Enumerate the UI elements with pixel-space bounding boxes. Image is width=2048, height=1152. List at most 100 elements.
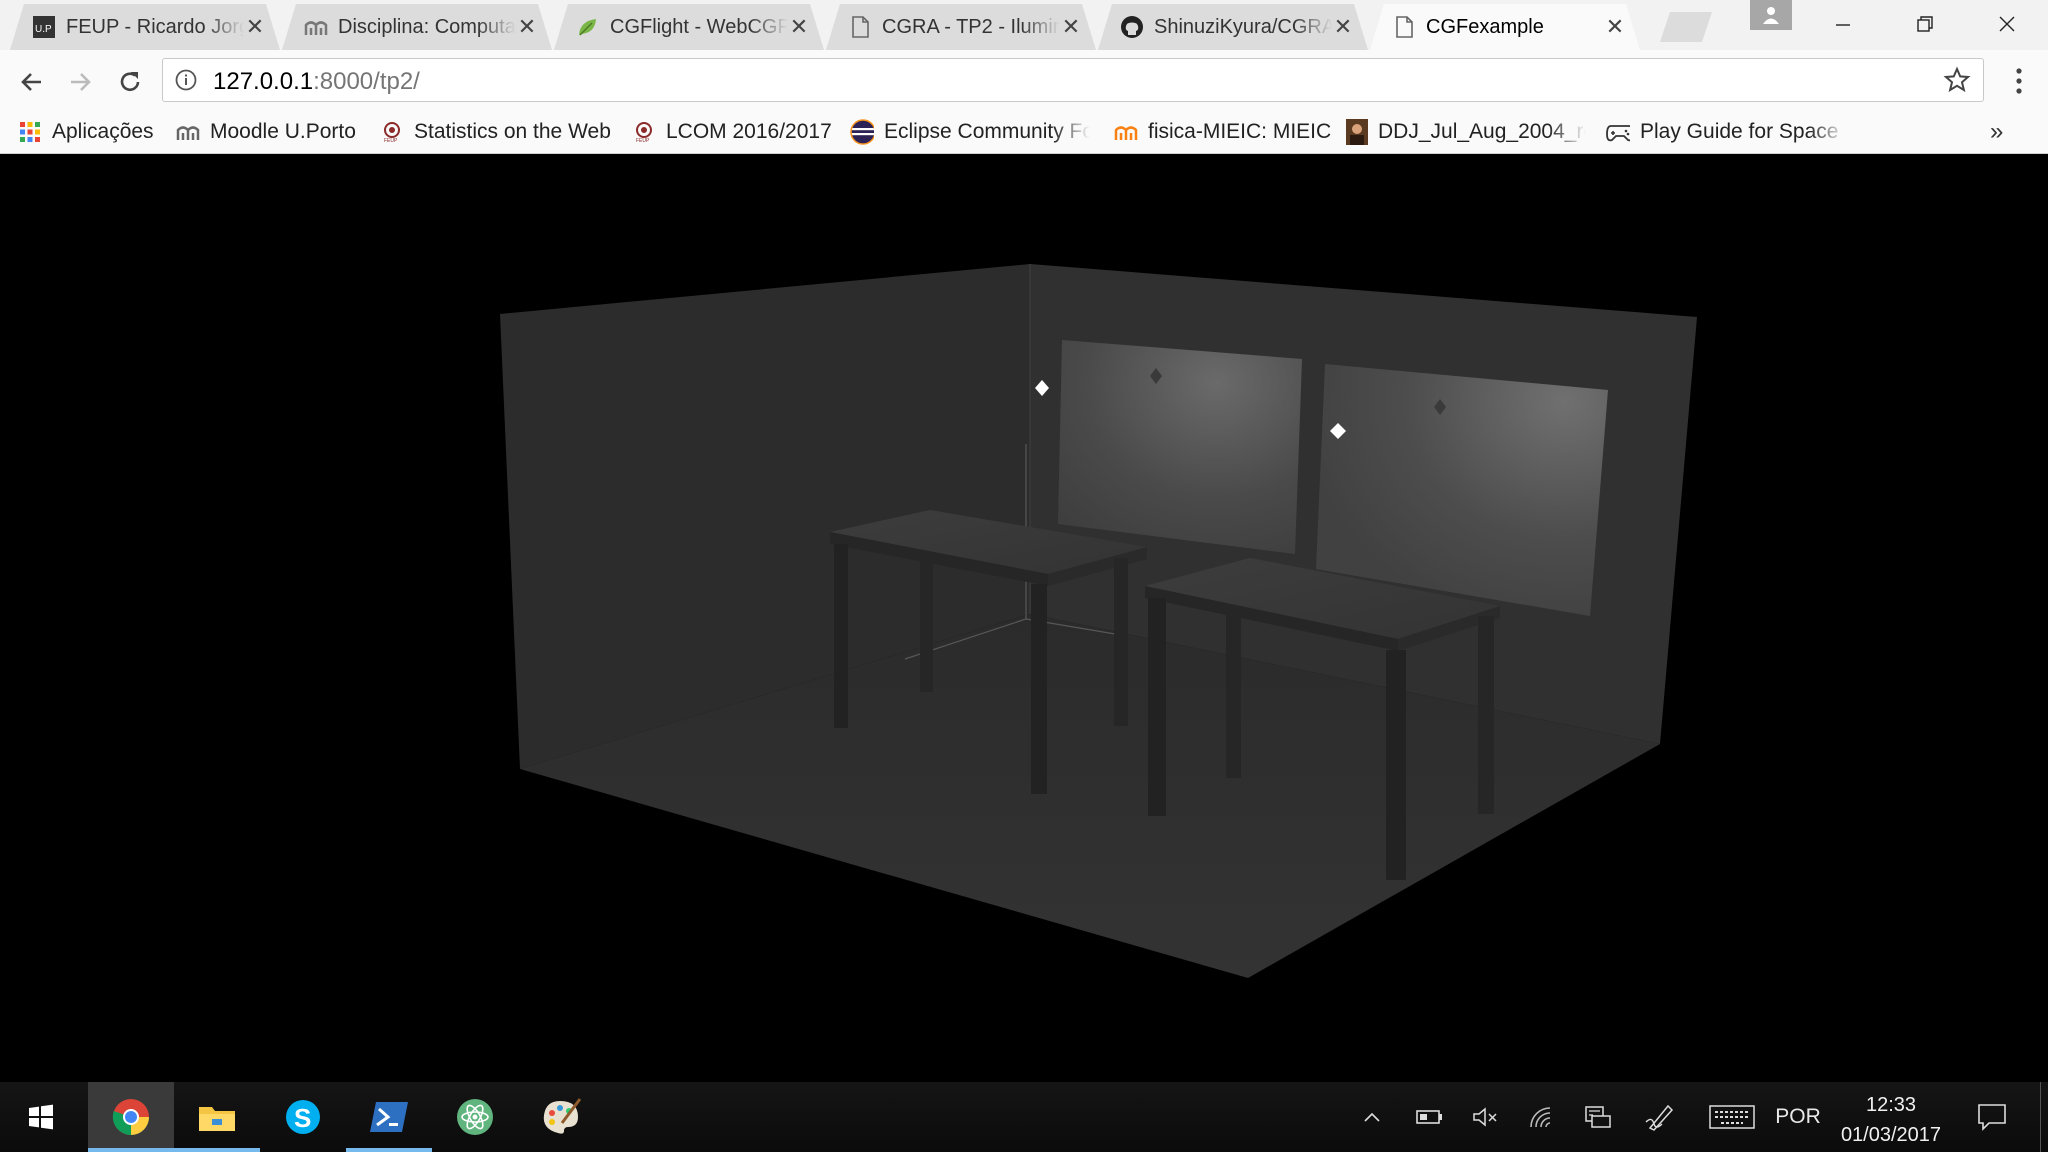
reload-button[interactable] [110, 62, 150, 102]
bookmarks-overflow-button[interactable]: » [1990, 118, 2003, 146]
volume-button[interactable] [1460, 1082, 1512, 1152]
tab-disciplina[interactable]: Disciplina: Computação ✕ [282, 4, 552, 50]
bookmark-moodle[interactable]: Moodle U.Porto [176, 112, 356, 152]
taskbar-chrome[interactable] [88, 1082, 174, 1152]
new-tab-button[interactable] [1660, 12, 1716, 42]
bookmark-label: DDJ_Jul_Aug_2004_revised [1378, 120, 1586, 143]
atom-icon [457, 1099, 493, 1135]
tab-cgfexample[interactable]: CGFexample ✕ [1370, 4, 1640, 50]
clock-button[interactable]: 12:33 01/03/2017 [1826, 1090, 1956, 1150]
apps-grid-icon [18, 120, 42, 144]
tab-strip: U.P FEUP - Ricardo Jorge ✕ Disciplina: C… [0, 0, 2048, 50]
close-tab-icon[interactable]: ✕ [1604, 14, 1626, 40]
running-indicator [88, 1148, 174, 1152]
bookmark-apps[interactable]: Aplicações [18, 112, 154, 152]
tab-title: CGFlight - WebCGF [610, 15, 788, 38]
language-indicator: POR [1775, 1105, 1821, 1128]
forward-button[interactable] [60, 62, 100, 102]
show-desktop-button[interactable] [2040, 1082, 2048, 1152]
running-indicator [174, 1148, 260, 1152]
minimize-icon [1836, 24, 1850, 26]
running-indicator [346, 1148, 432, 1152]
pen-workspace-button[interactable] [1634, 1082, 1686, 1152]
action-center-button[interactable] [1964, 1082, 2020, 1152]
taskbar-skype[interactable]: S [260, 1082, 346, 1152]
network-button[interactable] [1516, 1082, 1568, 1152]
pen-icon [1645, 1104, 1674, 1131]
language-button[interactable]: POR [1770, 1082, 1826, 1152]
svg-text:FEUP: FEUP [636, 138, 650, 143]
star-icon[interactable] [1943, 66, 1971, 94]
folder-icon [199, 1107, 235, 1131]
tray-overflow-button[interactable] [1358, 1082, 1386, 1152]
webgl-canvas[interactable] [0, 154, 2048, 1082]
bookmark-label: fisica-MIEIC: MIEIC [1148, 120, 1332, 143]
arrow-left-icon [21, 73, 41, 91]
tab-title: ShinuziKyura/CGRA [1154, 15, 1332, 38]
close-tab-icon[interactable]: ✕ [516, 14, 538, 40]
bookmark-label: Moodle U.Porto [210, 120, 356, 143]
scene-render [500, 264, 1697, 978]
close-icon [1999, 16, 2015, 32]
back-button[interactable] [12, 62, 52, 102]
battery-icon [1416, 1110, 1442, 1124]
bookmarks-bar: Aplicações Moodle U.Porto FEUP Statistic… [0, 112, 2048, 154]
clock-time: 12:33 [1865, 1094, 1917, 1116]
bookmark-label: Aplicações [52, 120, 154, 143]
bookmark-label: Play Guide for Space Engineers [1640, 120, 1846, 143]
bookmark-fisica[interactable]: fisica-MIEIC: MIEIC [1114, 112, 1331, 152]
bookmark-ddj[interactable]: DDJ_Jul_Aug_2004_revised [1346, 112, 1586, 152]
profile-button[interactable] [1750, 0, 1792, 30]
keyboard-device-icon [1585, 1106, 1611, 1128]
taskbar-powershell[interactable] [346, 1082, 432, 1152]
url-path: :8000/tp2/ [313, 68, 420, 95]
start-button[interactable] [0, 1082, 82, 1152]
kebab-menu-icon [2016, 68, 2022, 94]
info-icon[interactable] [175, 69, 197, 91]
wifi-icon [1530, 1107, 1551, 1128]
skype-icon: S [286, 1100, 320, 1134]
close-tab-icon[interactable]: ✕ [1332, 14, 1354, 40]
bookmark-eclipse[interactable]: Eclipse Community Forums [850, 112, 1090, 152]
windows-logo-icon [29, 1104, 53, 1130]
eclipse-icon [850, 119, 874, 145]
svg-text:S: S [294, 1103, 311, 1133]
tab-github[interactable]: ShinuziKyura/CGRA ✕ [1098, 4, 1368, 50]
taskbar-atom[interactable] [432, 1082, 518, 1152]
bookmark-statistics[interactable]: FEUP Statistics on the Web [380, 112, 611, 152]
taskbar-paint[interactable] [518, 1082, 604, 1152]
tab-cgflight[interactable]: CGFlight - WebCGF ✕ [554, 4, 824, 50]
browser-menu-button[interactable] [2004, 64, 2034, 98]
bookmark-label: Statistics on the Web [414, 120, 611, 143]
restore-icon [1917, 16, 1933, 32]
notifications-app-button[interactable] [1572, 1082, 1624, 1152]
touch-keyboard-button[interactable] [1700, 1082, 1764, 1152]
tab-feup[interactable]: U.P FEUP - Ricardo Jorge ✕ [10, 4, 280, 50]
address-bar[interactable]: 127.0.0.1:8000/tp2/ [162, 58, 1984, 102]
close-tab-icon[interactable]: ✕ [1060, 14, 1082, 40]
minimize-button[interactable] [1802, 0, 1884, 48]
svg-text:FEUP: FEUP [384, 138, 398, 143]
bookmark-label: LCOM 2016/2017 [666, 120, 832, 143]
close-window-button[interactable] [1966, 0, 2048, 48]
bookmark-label: Eclipse Community Forums [884, 120, 1090, 143]
paint-palette-icon [543, 1098, 582, 1134]
tab-cgra-tp2[interactable]: CGRA - TP2 - Iluminação ✕ [826, 4, 1096, 50]
browser-toolbar: 127.0.0.1:8000/tp2/ [0, 50, 2048, 112]
taskbar-file-explorer[interactable] [174, 1082, 260, 1152]
bookmark-space-engineers[interactable]: Play Guide for Space Engineers [1606, 112, 1846, 152]
tab-title: Disciplina: Computação [338, 15, 516, 38]
moodle-icon [1114, 120, 1138, 144]
volume-muted-icon [1473, 1107, 1497, 1127]
windows-taskbar: S POR 12:33 01/03/2017 [0, 1082, 2048, 1152]
tab-title: CGRA - TP2 - Iluminação [882, 15, 1060, 38]
battery-button[interactable] [1404, 1082, 1456, 1152]
close-tab-icon[interactable]: ✕ [244, 14, 266, 40]
gamepad-icon [1606, 120, 1630, 144]
bookmark-lcom[interactable]: FEUP LCOM 2016/2017 [632, 112, 832, 152]
photo-icon [1346, 119, 1368, 145]
restore-button[interactable] [1884, 0, 1966, 48]
clock-date: 01/03/2017 [1840, 1124, 1942, 1146]
close-tab-icon[interactable]: ✕ [788, 14, 810, 40]
keyboard-icon [1709, 1105, 1755, 1129]
